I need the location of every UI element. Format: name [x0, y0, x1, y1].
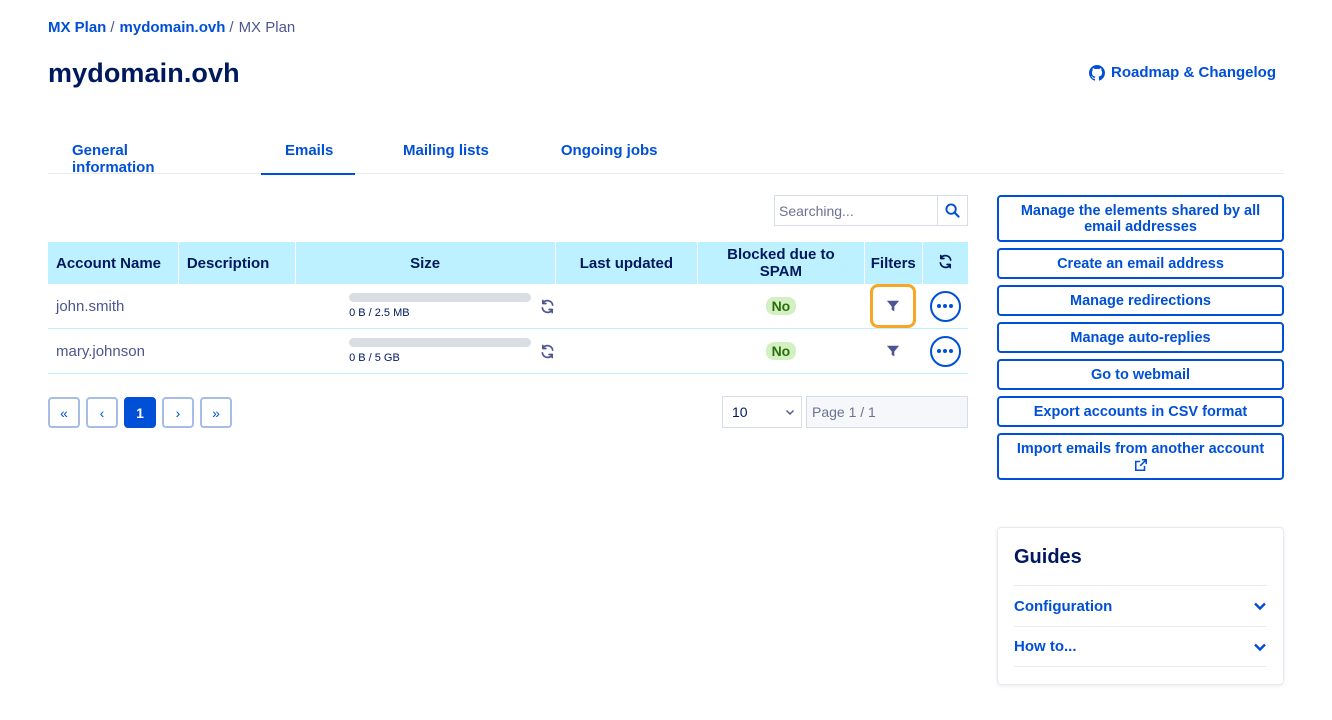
import-emails-label: Import emails from another account	[1016, 441, 1265, 457]
table-row: mary.johnson 0 B / 5 GB No	[48, 328, 968, 374]
pagination: « ‹ 1 › »	[48, 397, 232, 428]
actions-cell	[922, 328, 968, 374]
spam-cell: No	[697, 328, 865, 374]
last-updated	[555, 328, 698, 374]
header-refresh[interactable]	[922, 242, 968, 284]
filters-cell	[864, 284, 923, 329]
search-button[interactable]	[937, 196, 967, 225]
github-icon	[1088, 64, 1105, 81]
page-size-select[interactable]: 10	[722, 396, 802, 428]
search-icon	[945, 203, 960, 218]
header-description[interactable]: Description	[178, 242, 296, 284]
size-text: 0 B / 2.5 MB	[349, 307, 410, 319]
roadmap-changelog-link[interactable]: Roadmap & Changelog	[1088, 64, 1276, 81]
dot-icon	[943, 349, 948, 353]
size-cell: 0 B / 5 GB	[295, 328, 556, 374]
breadcrumb-separator: /	[229, 19, 234, 36]
tab-general-information[interactable]: General information	[48, 130, 237, 176]
dot-icon	[949, 349, 954, 353]
size-cell: 0 B / 2.5 MB	[295, 284, 556, 329]
actions-cell	[922, 284, 968, 329]
breadcrumb-current: MX Plan	[238, 19, 296, 36]
filter-button[interactable]	[870, 329, 916, 373]
dot-icon	[943, 304, 948, 308]
tab-bar: General information Emails Mailing lists…	[48, 130, 1284, 176]
export-csv-button[interactable]: Export accounts in CSV format	[997, 396, 1284, 427]
guide-how-to[interactable]: How to...	[1014, 626, 1267, 667]
breadcrumb-separator: /	[110, 19, 115, 36]
header-size[interactable]: Size	[295, 242, 556, 284]
guide-label: Configuration	[1014, 597, 1113, 615]
page-indicator: Page 1 / 1	[806, 396, 968, 428]
import-emails-button[interactable]: Import emails from another account	[997, 433, 1284, 480]
chevron-down-icon	[786, 410, 794, 415]
external-link-icon	[1134, 458, 1147, 472]
filters-cell	[864, 328, 923, 374]
dot-icon	[949, 304, 954, 308]
manage-redirections-button[interactable]: Manage redirections	[997, 285, 1284, 316]
roadmap-label: Roadmap & Changelog	[1110, 64, 1276, 81]
account-name: john.smith	[48, 284, 179, 329]
breadcrumb: MX Plan / mydomain.ovh / MX Plan	[48, 19, 295, 36]
next-page-button[interactable]: ›	[162, 397, 194, 428]
tab-ongoing-jobs[interactable]: Ongoing jobs	[537, 130, 682, 174]
more-actions-button[interactable]	[929, 290, 961, 322]
guide-configuration[interactable]: Configuration	[1014, 585, 1267, 626]
first-page-button[interactable]: «	[48, 397, 80, 428]
guide-label: How to...	[1014, 638, 1077, 655]
dot-icon	[937, 304, 942, 308]
tab-mailing-lists[interactable]: Mailing lists	[379, 130, 513, 174]
header-last-updated[interactable]: Last updated	[555, 242, 699, 284]
filter-icon	[887, 300, 900, 312]
more-actions-button[interactable]	[929, 335, 961, 367]
filter-icon	[887, 345, 900, 357]
previous-page-button[interactable]: ‹	[86, 397, 118, 428]
last-updated	[555, 284, 698, 329]
table-row: john.smith 0 B / 2.5 MB No	[48, 284, 968, 329]
search-box	[774, 195, 968, 226]
chevron-down-icon	[1254, 643, 1266, 651]
refresh-icon[interactable]	[540, 299, 555, 314]
header-account-name[interactable]: Account Name	[48, 242, 179, 284]
header-filters: Filters	[864, 242, 923, 284]
dot-icon	[937, 349, 942, 353]
tab-emails[interactable]: Emails	[261, 130, 355, 175]
storage-usage-bar	[349, 338, 532, 347]
manage-auto-replies-button[interactable]: Manage auto-replies	[997, 322, 1284, 353]
go-to-webmail-button[interactable]: Go to webmail	[997, 359, 1284, 390]
header-blocked-spam[interactable]: Blocked due to SPAM	[697, 242, 865, 284]
account-description	[178, 328, 296, 374]
page-size-value: 10	[732, 404, 748, 420]
account-name: mary.johnson	[48, 328, 179, 374]
table-header-row: Account Name Description Size Last updat…	[48, 242, 968, 284]
guides-title: Guides	[1014, 546, 1082, 568]
breadcrumb-mx-plan[interactable]: MX Plan	[48, 19, 106, 36]
actions-panel: Manage the elements shared by all email …	[997, 195, 1284, 480]
current-page-button[interactable]: 1	[124, 397, 156, 428]
refresh-icon[interactable]	[540, 344, 555, 359]
storage-usage-bar	[349, 293, 532, 302]
spam-status-badge: No	[765, 297, 797, 315]
last-page-button[interactable]: »	[200, 397, 232, 428]
chevron-down-icon	[1254, 602, 1266, 611]
page-title: mydomain.ovh	[48, 58, 240, 88]
email-accounts-table: Account Name Description Size Last updat…	[48, 242, 968, 374]
filter-button[interactable]	[870, 284, 917, 328]
account-description	[178, 284, 296, 329]
refresh-icon[interactable]	[938, 254, 953, 269]
guides-panel: Guides Configuration How to...	[997, 527, 1284, 685]
manage-shared-elements-button[interactable]: Manage the elements shared by all email …	[997, 195, 1284, 242]
breadcrumb-domain[interactable]: mydomain.ovh	[120, 19, 226, 36]
spam-status-badge: No	[765, 342, 797, 360]
size-text: 0 B / 5 GB	[349, 352, 400, 364]
search-input[interactable]	[775, 196, 937, 225]
create-email-button[interactable]: Create an email address	[997, 248, 1284, 279]
spam-cell: No	[697, 284, 865, 329]
